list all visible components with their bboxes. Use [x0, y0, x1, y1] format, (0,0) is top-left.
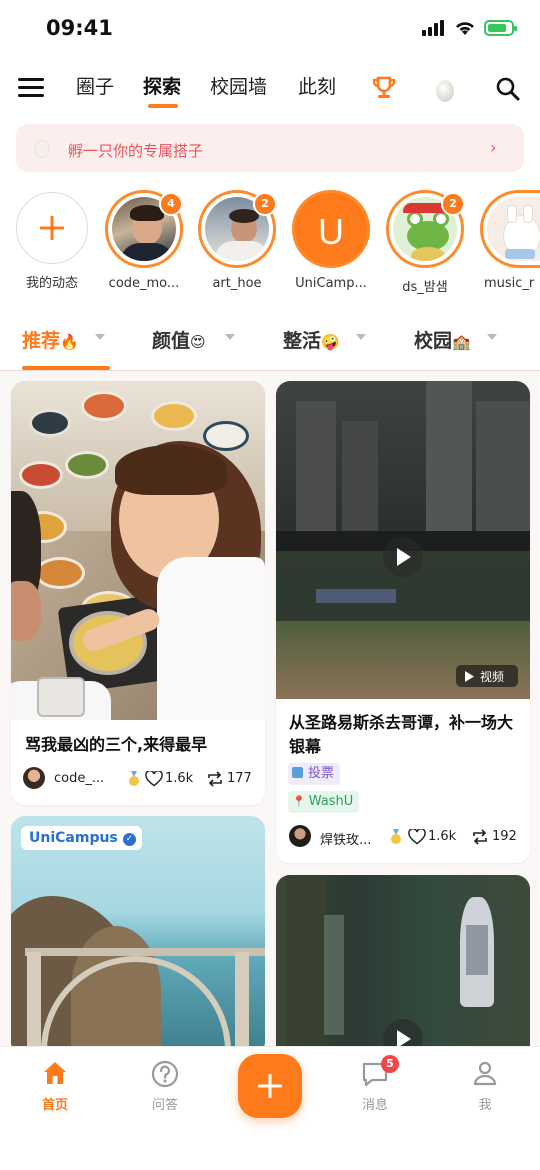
post-author[interactable]: code_...: [54, 771, 104, 786]
school-icon: 🏫: [452, 333, 471, 351]
post-image: [11, 381, 265, 720]
trophy-icon[interactable]: [371, 75, 397, 101]
chevron-down-icon: [356, 334, 366, 340]
story-badge: 4: [159, 192, 183, 216]
story-label: ds_밤샘: [402, 280, 448, 295]
play-icon: [397, 548, 411, 566]
unicampus-watermark: UniCampus ✓: [21, 826, 142, 850]
story-avatar-music[interactable]: [480, 190, 540, 268]
repost-count: 192: [492, 829, 517, 844]
category-looks[interactable]: 颜值😍: [152, 326, 206, 353]
post-author[interactable]: 焊铁玫...: [320, 829, 371, 848]
cube-icon: [292, 767, 303, 778]
search-icon[interactable]: [495, 76, 521, 102]
vote-tag[interactable]: 投票: [288, 763, 341, 785]
create-post-button[interactable]: [238, 1054, 302, 1118]
chevron-down-icon: [487, 334, 497, 340]
repost-count: 177: [227, 771, 252, 786]
tab-qa-label[interactable]: 问答: [135, 1094, 195, 1113]
story-badge: 2: [441, 192, 465, 216]
story-label: music_r: [484, 276, 535, 291]
tab-campus-wall[interactable]: 校园墙: [210, 72, 267, 99]
story-avatar-unicampus[interactable]: U: [292, 190, 370, 268]
story-label: code_mo...: [108, 276, 180, 291]
chevron-down-icon: [95, 334, 105, 340]
chevron-right-icon: ›: [490, 138, 497, 157]
status-icons: [422, 20, 517, 36]
location-pin-icon: 📍: [292, 795, 306, 808]
plus-icon: [258, 1074, 282, 1098]
tab-circles[interactable]: 圈子: [76, 72, 114, 99]
post-card[interactable]: 视频 从圣路易斯杀去哥谭，补一场大银幕 投票 📍 WashU 焊铁玫... 1.6…: [276, 381, 530, 863]
post-image: [11, 816, 265, 1056]
wifi-icon: [456, 22, 474, 35]
video-badge: 视频: [456, 665, 518, 687]
verified-icon: ✓: [122, 833, 136, 846]
repost-icon[interactable]: [207, 771, 223, 787]
category-recommend[interactable]: 推荐🔥: [22, 326, 79, 353]
story-label: UniCamp...: [295, 276, 367, 291]
heart-icon[interactable]: [145, 771, 163, 787]
active-tab-indicator: [148, 104, 178, 108]
story-badge: 2: [253, 192, 277, 216]
tab-messages-label[interactable]: 消息: [345, 1094, 405, 1113]
question-icon[interactable]: [151, 1060, 179, 1088]
plus-icon: [40, 216, 64, 240]
egg-icon: [34, 140, 50, 158]
heart-icon[interactable]: [408, 829, 426, 845]
user-icon[interactable]: [472, 1060, 498, 1086]
play-button[interactable]: [383, 537, 423, 577]
post-card[interactable]: [276, 875, 530, 1065]
post-card[interactable]: 骂我最凶的三个,来得最早 code_... 1.6k 177: [11, 381, 265, 805]
like-count: 1.6k: [165, 771, 194, 786]
avatar[interactable]: [23, 767, 45, 789]
chevron-down-icon: [225, 334, 235, 340]
medal-icon: [129, 771, 139, 786]
egg-icon[interactable]: [434, 77, 456, 103]
zany-face-icon: 🤪: [321, 333, 340, 351]
menu-icon[interactable]: [18, 78, 44, 98]
tab-me-label[interactable]: 我: [455, 1094, 515, 1113]
heart-eyes-icon: 😍: [190, 333, 206, 351]
story-label: art_hoe: [212, 276, 262, 291]
banner-text: 孵一只你的专属搭子: [68, 142, 204, 160]
play-icon: [465, 671, 474, 682]
add-story-button[interactable]: [16, 192, 88, 264]
avatar[interactable]: [289, 825, 311, 847]
medal-icon: [391, 829, 401, 844]
post-card[interactable]: UniCampus ✓: [11, 816, 265, 1056]
cellular-signal-icon: [422, 20, 444, 36]
tab-home-label[interactable]: 首页: [25, 1094, 85, 1113]
fire-icon: 🔥: [60, 333, 79, 351]
home-icon[interactable]: [42, 1060, 68, 1086]
battery-icon: [484, 20, 517, 36]
category-campus[interactable]: 校园🏫: [414, 326, 471, 353]
post-title: 从圣路易斯杀去哥谭，补一场大银幕: [289, 713, 514, 756]
category-funny[interactable]: 整活🤪: [283, 326, 340, 353]
status-time: 09:41: [46, 16, 113, 40]
tab-explore[interactable]: 探索: [143, 72, 181, 99]
post-title: 骂我最凶的三个,来得最早: [25, 735, 208, 754]
repost-icon[interactable]: [472, 829, 488, 845]
like-count: 1.6k: [428, 829, 457, 844]
location-tag[interactable]: 📍 WashU: [288, 791, 360, 813]
tab-moment[interactable]: 此刻: [298, 72, 336, 99]
story-label-mine: 我的动态: [25, 276, 78, 291]
message-badge: 5: [381, 1055, 399, 1073]
